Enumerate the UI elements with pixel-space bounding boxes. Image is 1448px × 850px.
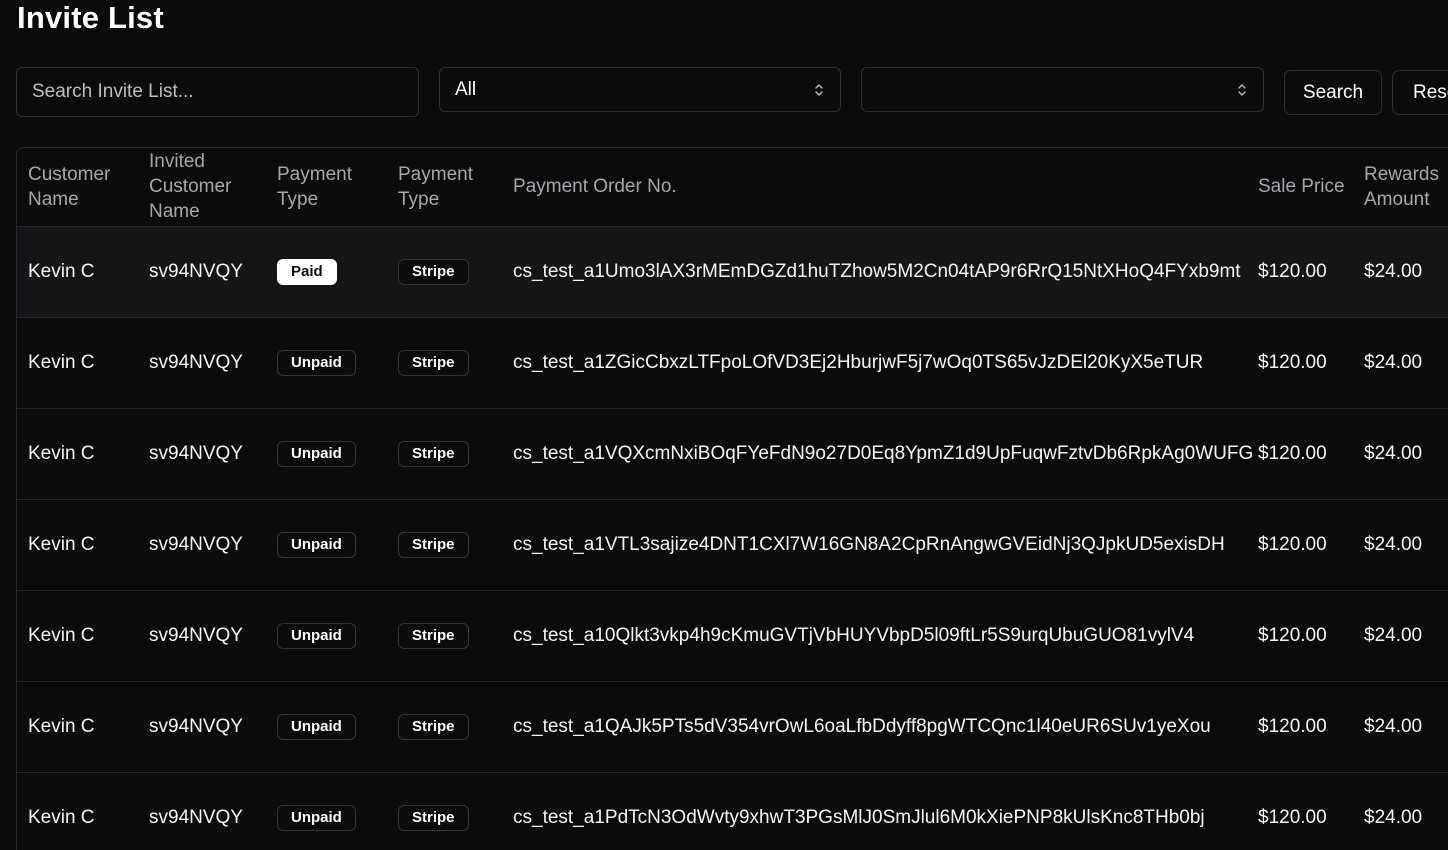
cell-invited-customer: sv94NVQY [149, 442, 243, 464]
cell-sale-price: $120.00 [1258, 260, 1327, 282]
status-filter-value: All [455, 78, 477, 100]
cell-payment-status: Unpaid [266, 408, 387, 499]
cell-rewards-amount: $24.00 [1364, 442, 1423, 464]
status-badge: Unpaid [277, 804, 356, 831]
cell-payment-method: Stripe [387, 317, 502, 408]
method-badge: Stripe [398, 531, 469, 558]
cell-customer-name: Kevin C [28, 351, 95, 373]
header-rewards-amount: Rewards Amount [1353, 148, 1448, 227]
cell-order-no: cs_test_a1PdTcN3OdWvty9xhwT3PGsMlJ0SmJlu… [513, 806, 1205, 828]
cell-invited-customer: sv94NVQY [149, 624, 243, 646]
cell-payment-method: Stripe [387, 408, 502, 499]
cell-invited-customer: sv94NVQY [149, 715, 243, 737]
table-row[interactable]: Kevin C sv94NVQY Unpaid Stripe cs_test_a… [17, 499, 1448, 590]
cell-order-no: cs_test_a1ZGicCbxzLTFpoLOfVD3Ej2HburjwF5… [513, 351, 1204, 373]
cell-rewards-amount: $24.00 [1364, 624, 1423, 646]
invite-table: Customer Name Invited Customer Name Paym… [17, 148, 1448, 850]
header-customer-name: Customer Name [17, 148, 138, 227]
reset-button[interactable]: Reset [1392, 70, 1448, 115]
cell-customer-name: Kevin C [28, 624, 95, 646]
method-badge: Stripe [398, 622, 469, 649]
table-row[interactable]: Kevin C sv94NVQY Unpaid Stripe cs_test_a… [17, 681, 1448, 772]
cell-invited-customer: sv94NVQY [149, 806, 243, 828]
cell-payment-method: Stripe [387, 499, 502, 590]
cell-rewards-amount: $24.00 [1364, 533, 1423, 555]
status-filter-select[interactable]: All [439, 67, 841, 112]
status-badge: Unpaid [277, 622, 356, 649]
cell-customer-name: Kevin C [28, 442, 95, 464]
cell-sale-price: $120.00 [1258, 351, 1327, 373]
method-badge: Stripe [398, 349, 469, 376]
status-badge: Unpaid [277, 440, 356, 467]
cell-invited-customer: sv94NVQY [149, 533, 243, 555]
table-header-row: Customer Name Invited Customer Name Paym… [17, 148, 1448, 227]
method-badge: Stripe [398, 440, 469, 467]
cell-customer-name: Kevin C [28, 260, 95, 282]
header-invited-customer-name: Invited Customer Name [138, 148, 266, 227]
cell-payment-method: Stripe [387, 681, 502, 772]
cell-customer-name: Kevin C [28, 533, 95, 555]
invite-table-container: Customer Name Invited Customer Name Paym… [16, 147, 1448, 850]
header-payment-order-no: Payment Order No. [502, 148, 1247, 227]
cell-sale-price: $120.00 [1258, 624, 1327, 646]
cell-payment-status: Unpaid [266, 317, 387, 408]
type-filter-select[interactable] [861, 67, 1264, 112]
cell-order-no: cs_test_a1VTL3sajize4DNT1CXl7W16GN8A2CpR… [513, 533, 1225, 555]
table-row[interactable]: Kevin C sv94NVQY Paid Stripe cs_test_a1U… [17, 226, 1448, 317]
cell-invited-customer: sv94NVQY [149, 260, 243, 282]
status-badge: Paid [277, 258, 337, 285]
cell-sale-price: $120.00 [1258, 442, 1327, 464]
cell-customer-name: Kevin C [28, 715, 95, 737]
header-payment-type: Payment Type [266, 148, 387, 227]
status-badge: Unpaid [277, 531, 356, 558]
cell-payment-method: Stripe [387, 590, 502, 681]
cell-payment-status: Unpaid [266, 681, 387, 772]
cell-invited-customer: sv94NVQY [149, 351, 243, 373]
search-button[interactable]: Search [1284, 70, 1382, 115]
cell-rewards-amount: $24.00 [1364, 715, 1423, 737]
cell-payment-status: Unpaid [266, 772, 387, 850]
cell-payment-method: Stripe [387, 772, 502, 850]
method-badge: Stripe [398, 258, 469, 285]
cell-order-no: cs_test_a1Umo3lAX3rMEmDGZd1huTZhow5M2Cn0… [513, 260, 1241, 282]
cell-customer-name: Kevin C [28, 806, 95, 828]
search-input[interactable] [16, 67, 419, 117]
cell-order-no: cs_test_a10Qlkt3vkp4h9cKmuGVTjVbHUYVbpD5… [513, 624, 1195, 646]
invite-list-page: Invite List All Search Reset [0, 0, 1448, 850]
cell-sale-price: $120.00 [1258, 806, 1327, 828]
cell-payment-status: Unpaid [266, 590, 387, 681]
status-badge: Unpaid [277, 349, 356, 376]
cell-order-no: cs_test_a1QAJk5PTs5dV354vrOwL6oaLfbDdyff… [513, 715, 1211, 737]
table-row[interactable]: Kevin C sv94NVQY Unpaid Stripe cs_test_a… [17, 590, 1448, 681]
method-badge: Stripe [398, 804, 469, 831]
method-badge: Stripe [398, 713, 469, 740]
cell-rewards-amount: $24.00 [1364, 260, 1423, 282]
cell-rewards-amount: $24.00 [1364, 351, 1423, 373]
cell-payment-status: Paid [266, 226, 387, 317]
cell-rewards-amount: $24.00 [1364, 806, 1423, 828]
cell-payment-status: Unpaid [266, 499, 387, 590]
cell-sale-price: $120.00 [1258, 533, 1327, 555]
filter-toolbar: All Search Reset [0, 0, 1448, 120]
cell-payment-method: Stripe [387, 226, 502, 317]
header-payment-method: Payment Type [387, 148, 502, 227]
status-badge: Unpaid [277, 713, 356, 740]
chevron-updown-icon [813, 82, 825, 98]
cell-order-no: cs_test_a1VQXcmNxiBOqFYeFdN9o27D0Eq8YpmZ… [513, 442, 1254, 464]
table-row[interactable]: Kevin C sv94NVQY Unpaid Stripe cs_test_a… [17, 317, 1448, 408]
chevron-updown-icon [1236, 82, 1248, 98]
table-row[interactable]: Kevin C sv94NVQY Unpaid Stripe cs_test_a… [17, 408, 1448, 499]
header-sale-price: Sale Price [1247, 148, 1353, 227]
table-row[interactable]: Kevin C sv94NVQY Unpaid Stripe cs_test_a… [17, 772, 1448, 850]
cell-sale-price: $120.00 [1258, 715, 1327, 737]
